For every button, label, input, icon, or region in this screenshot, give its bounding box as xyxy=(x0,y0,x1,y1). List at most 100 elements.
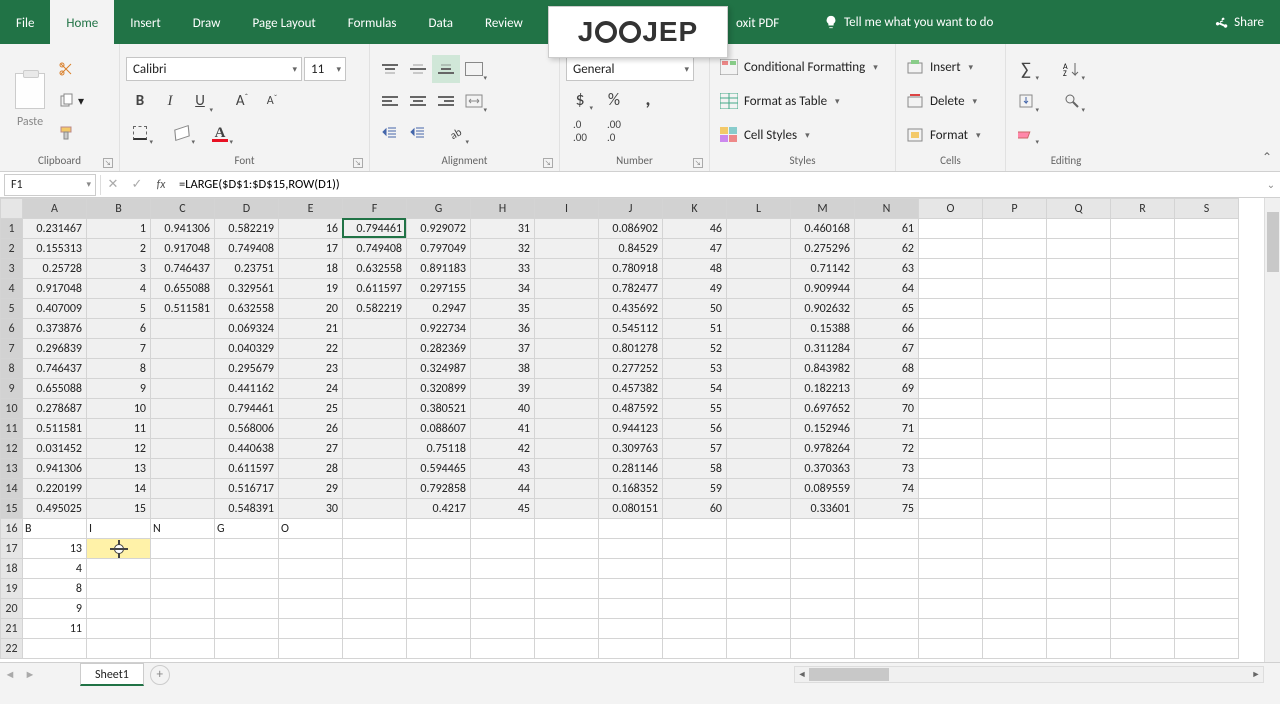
tab-draw[interactable]: Draw xyxy=(177,0,237,44)
cell-I2[interactable] xyxy=(535,239,599,259)
formula-input[interactable] xyxy=(173,174,1262,196)
cell-L21[interactable] xyxy=(727,619,791,639)
dialog-launcher-icon[interactable]: ↘ xyxy=(353,158,363,168)
cell-I14[interactable] xyxy=(535,479,599,499)
cell-L19[interactable] xyxy=(727,579,791,599)
tab-home[interactable]: Home xyxy=(50,0,114,44)
cell-H22[interactable] xyxy=(471,639,535,659)
row-header-18[interactable]: 18 xyxy=(1,559,23,579)
cell-E17[interactable] xyxy=(279,539,343,559)
cell-L14[interactable] xyxy=(727,479,791,499)
cell-J21[interactable] xyxy=(599,619,663,639)
cell-S9[interactable] xyxy=(1175,379,1239,399)
cell-J6[interactable]: 0.545112 xyxy=(599,319,663,339)
row-header-7[interactable]: 7 xyxy=(1,339,23,359)
cell-G5[interactable]: 0.2947 xyxy=(407,299,471,319)
cell-S7[interactable] xyxy=(1175,339,1239,359)
cell-H12[interactable]: 42 xyxy=(471,439,535,459)
cell-H20[interactable] xyxy=(471,599,535,619)
cell-P1[interactable] xyxy=(983,219,1047,239)
cell-I15[interactable] xyxy=(535,499,599,519)
cell-A1[interactable]: 0.231467 xyxy=(23,219,87,239)
cell-A17[interactable]: 13 xyxy=(23,539,87,559)
cell-H4[interactable]: 34 xyxy=(471,279,535,299)
cell-H10[interactable]: 40 xyxy=(471,399,535,419)
cell-C11[interactable] xyxy=(151,419,215,439)
cell-D9[interactable]: 0.441162 xyxy=(215,379,279,399)
cell-M12[interactable]: 0.978264 xyxy=(791,439,855,459)
cell-B22[interactable] xyxy=(87,639,151,659)
align-center-button[interactable] xyxy=(404,87,432,115)
cell-E3[interactable]: 18 xyxy=(279,259,343,279)
borders-button[interactable]: ▾ xyxy=(126,119,154,147)
tab-foxit-fragment[interactable]: oxit PDF xyxy=(720,0,795,44)
cell-N17[interactable] xyxy=(855,539,919,559)
cell-P17[interactable] xyxy=(983,539,1047,559)
cell-P21[interactable] xyxy=(983,619,1047,639)
cell-A11[interactable]: 0.511581 xyxy=(23,419,87,439)
cell-M2[interactable]: 0.275296 xyxy=(791,239,855,259)
cell-F6[interactable] xyxy=(343,319,407,339)
cell-K2[interactable]: 47 xyxy=(663,239,727,259)
col-header-F[interactable]: F xyxy=(343,199,407,219)
cell-Q17[interactable] xyxy=(1047,539,1111,559)
cell-S11[interactable] xyxy=(1175,419,1239,439)
cell-N1[interactable]: 61 xyxy=(855,219,919,239)
cell-F14[interactable] xyxy=(343,479,407,499)
cell-C19[interactable] xyxy=(151,579,215,599)
cell-E7[interactable]: 22 xyxy=(279,339,343,359)
cell-G16[interactable] xyxy=(407,519,471,539)
cell-B2[interactable]: 2 xyxy=(87,239,151,259)
decrease-indent-button[interactable] xyxy=(376,119,404,147)
row-header-21[interactable]: 21 xyxy=(1,619,23,639)
align-right-button[interactable] xyxy=(432,87,460,115)
cell-D7[interactable]: 0.040329 xyxy=(215,339,279,359)
autosum-button[interactable]: ∑▾ xyxy=(1012,55,1040,83)
cell-P16[interactable] xyxy=(983,519,1047,539)
cell-E20[interactable] xyxy=(279,599,343,619)
cell-K19[interactable] xyxy=(663,579,727,599)
decrease-decimal-button[interactable]: .00.0 xyxy=(600,117,628,145)
cell-M17[interactable] xyxy=(791,539,855,559)
cell-I3[interactable] xyxy=(535,259,599,279)
cell-C8[interactable] xyxy=(151,359,215,379)
cell-N8[interactable]: 68 xyxy=(855,359,919,379)
cell-J13[interactable]: 0.281146 xyxy=(599,459,663,479)
cell-A6[interactable]: 0.373876 xyxy=(23,319,87,339)
cell-L20[interactable] xyxy=(727,599,791,619)
find-select-button[interactable]: ▾ xyxy=(1058,87,1086,115)
cell-S13[interactable] xyxy=(1175,459,1239,479)
cell-C16[interactable]: N xyxy=(151,519,215,539)
cell-B18[interactable] xyxy=(87,559,151,579)
row-header-20[interactable]: 20 xyxy=(1,599,23,619)
cell-Q4[interactable] xyxy=(1047,279,1111,299)
cell-F19[interactable] xyxy=(343,579,407,599)
cell-J14[interactable]: 0.168352 xyxy=(599,479,663,499)
cell-G14[interactable]: 0.792858 xyxy=(407,479,471,499)
cell-I13[interactable] xyxy=(535,459,599,479)
cell-H14[interactable]: 44 xyxy=(471,479,535,499)
cell-Q21[interactable] xyxy=(1047,619,1111,639)
cell-B8[interactable]: 8 xyxy=(87,359,151,379)
col-header-B[interactable]: B xyxy=(87,199,151,219)
col-header-E[interactable]: E xyxy=(279,199,343,219)
cell-M20[interactable] xyxy=(791,599,855,619)
cell-L12[interactable] xyxy=(727,439,791,459)
cell-B10[interactable]: 10 xyxy=(87,399,151,419)
format-painter-button[interactable] xyxy=(54,119,88,147)
cell-I9[interactable] xyxy=(535,379,599,399)
insert-function-button[interactable]: fx xyxy=(149,174,173,196)
cell-Q8[interactable] xyxy=(1047,359,1111,379)
cell-R2[interactable] xyxy=(1111,239,1175,259)
cell-Q5[interactable] xyxy=(1047,299,1111,319)
cell-J4[interactable]: 0.782477 xyxy=(599,279,663,299)
cell-Q9[interactable] xyxy=(1047,379,1111,399)
cell-P19[interactable] xyxy=(983,579,1047,599)
col-header-G[interactable]: G xyxy=(407,199,471,219)
cell-M1[interactable]: 0.460168 xyxy=(791,219,855,239)
cell-E14[interactable]: 29 xyxy=(279,479,343,499)
cell-B4[interactable]: 4 xyxy=(87,279,151,299)
row-header-19[interactable]: 19 xyxy=(1,579,23,599)
cell-B13[interactable]: 13 xyxy=(87,459,151,479)
fill-button[interactable]: ▾ xyxy=(1012,87,1040,115)
